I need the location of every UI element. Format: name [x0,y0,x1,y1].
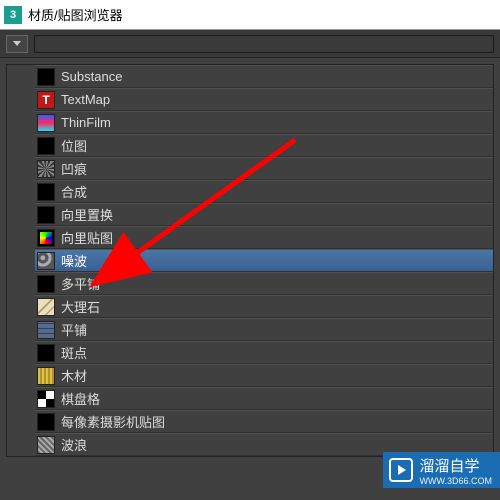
map-thumbnail-icon [37,114,55,132]
list-item-label: 凹痕 [61,159,87,178]
list-item[interactable]: 向里置换 [35,203,493,226]
title-bar: 3 材质/贴图浏览器 [0,0,500,30]
map-thumbnail-icon [37,367,55,385]
map-thumbnail-icon [37,252,55,270]
list-item-label: 噪波 [61,251,87,270]
map-thumbnail-icon [37,275,55,293]
list-item-label: 多平铺 [61,274,100,293]
list-item[interactable]: 多平铺 [35,272,493,295]
list-item-label: 棋盘格 [61,389,100,408]
map-thumbnail-icon [37,413,55,431]
map-thumbnail-icon [37,436,55,454]
list-item[interactable]: T TextMap [35,88,493,111]
list-item-label: 木材 [61,366,87,385]
list-item-label: ThinFilm [61,115,111,130]
list-item[interactable]: 大理石 [35,295,493,318]
watermark-text: 溜溜自学 [419,458,479,475]
map-list[interactable]: Substance T TextMap ThinFilm 位图凹痕合成向里置换向里贴图噪… [6,64,494,457]
app-icon: 3 [4,6,22,24]
list-item[interactable]: 平铺 [35,318,493,341]
map-thumbnail-icon [37,206,55,224]
list-item-label: 斑点 [61,343,87,362]
map-thumbnail-icon [37,298,55,316]
list-item-label: 位图 [61,136,87,155]
watermark-badge: 溜溜自学 WWW.3D66.COM [383,452,500,488]
list-item[interactable]: 棋盘格 [35,387,493,410]
list-item[interactable]: 位图 [35,134,493,157]
map-thumbnail-icon [37,68,55,86]
options-dropdown-button[interactable] [6,35,28,53]
map-thumbnail-icon [37,321,55,339]
list-item[interactable]: 凹痕 [35,157,493,180]
list-item[interactable]: Substance [35,65,493,88]
list-item[interactable]: 木材 [35,364,493,387]
list-item[interactable]: ThinFilm [35,111,493,134]
list-item-label: TextMap [61,92,110,107]
map-list-container: Substance T TextMap ThinFilm 位图凹痕合成向里置换向里贴图噪… [0,58,500,500]
list-item-label: 大理石 [61,297,100,316]
list-item-label: 向里贴图 [61,228,113,247]
toolbar [0,30,500,58]
list-item-label: 波浪 [61,435,87,454]
map-thumbnail-icon: T [37,91,55,109]
map-thumbnail-icon [37,160,55,178]
list-item-label: 向里置换 [61,205,113,224]
list-item[interactable]: 噪波 [35,249,493,272]
window-title: 材质/贴图浏览器 [28,5,123,24]
map-thumbnail-icon [37,183,55,201]
list-item-label: Substance [61,69,122,84]
list-item[interactable]: 向里贴图 [35,226,493,249]
list-item-label: 合成 [61,182,87,201]
list-item[interactable]: 斑点 [35,341,493,364]
list-item-label: 平铺 [61,320,87,339]
map-thumbnail-icon [37,137,55,155]
map-thumbnail-icon [37,390,55,408]
play-icon [389,458,413,482]
map-thumbnail-icon [37,344,55,362]
list-item-label: 每像素摄影机贴图 [61,412,165,431]
list-item[interactable]: 合成 [35,180,493,203]
list-item[interactable]: 每像素摄影机贴图 [35,410,493,433]
watermark-url: WWW.3D66.COM [419,476,492,486]
map-thumbnail-icon [37,229,55,247]
search-input[interactable] [34,35,494,53]
